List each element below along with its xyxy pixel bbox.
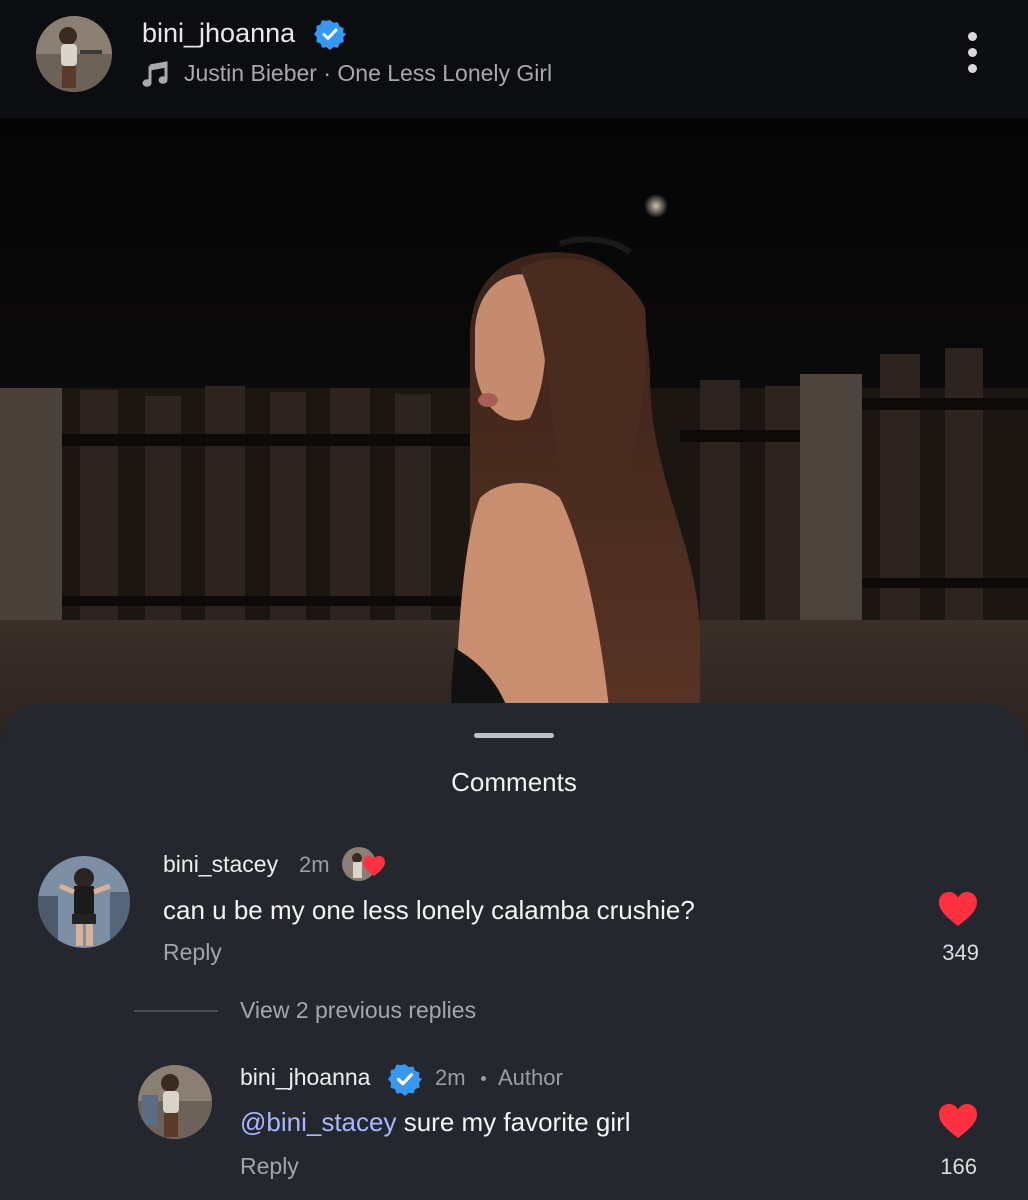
verified-badge-icon xyxy=(314,18,346,50)
view-previous-replies-button[interactable]: View 2 previous replies xyxy=(240,997,476,1024)
heart-icon[interactable] xyxy=(938,891,978,927)
more-options-icon[interactable] xyxy=(958,28,988,78)
reply-text: @bini_stacey sure my favorite girl xyxy=(240,1107,631,1138)
replies-divider xyxy=(134,1010,218,1012)
commenter-avatar[interactable] xyxy=(38,856,130,948)
reply-text-body: sure my favorite girl xyxy=(396,1107,631,1137)
comments-sheet: Comments bini_stacey 2m can u be my one … xyxy=(0,703,1028,1200)
song-info[interactable]: Justin Bieber · One Less Lonely Girl xyxy=(184,60,552,87)
reply-username[interactable]: bini_jhoanna xyxy=(240,1064,370,1091)
sheet-title: Comments xyxy=(451,767,577,797)
author-username[interactable]: bini_jhoanna xyxy=(142,18,295,49)
like-count: 349 xyxy=(942,940,979,965)
like-count: 166 xyxy=(940,1154,977,1179)
comment-time: 2m xyxy=(299,852,330,877)
reply-button[interactable]: Reply xyxy=(240,1153,299,1180)
post-header: bini_jhoanna Justin Bieber · One Less Lo… xyxy=(0,0,1028,118)
sheet-drag-handle[interactable] xyxy=(474,733,554,738)
reply-button[interactable]: Reply xyxy=(163,939,222,966)
reply-author-avatar[interactable] xyxy=(138,1065,212,1139)
heart-icon[interactable] xyxy=(938,1103,978,1139)
verified-badge-icon xyxy=(388,1062,422,1096)
post-photo[interactable] xyxy=(0,118,1028,758)
music-note-icon xyxy=(142,60,168,88)
comment-text: can u be my one less lonely calamba crus… xyxy=(163,895,695,925)
mention-link[interactable]: @bini_stacey xyxy=(240,1107,396,1137)
author-avatar[interactable] xyxy=(36,16,112,92)
comment-username[interactable]: bini_stacey xyxy=(163,851,278,878)
author-badge: Author xyxy=(498,1065,563,1090)
reply-time: 2m xyxy=(435,1065,466,1090)
separator-dot xyxy=(481,1076,486,1081)
author-liked-heart-icon xyxy=(362,855,386,877)
